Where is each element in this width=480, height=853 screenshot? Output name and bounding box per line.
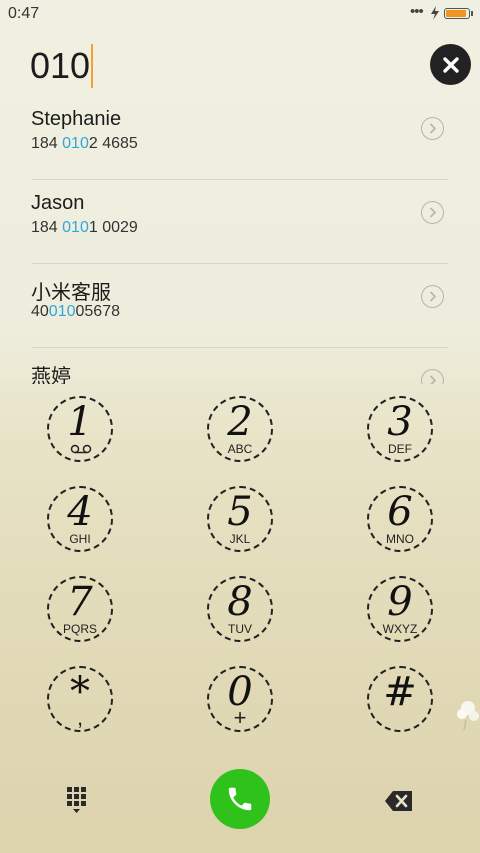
contact-number: 4001005678 — [31, 303, 120, 320]
key-star[interactable]: * , — [47, 666, 113, 732]
key-1[interactable]: 1 — [47, 396, 113, 462]
contact-name: 小米客服 — [31, 282, 111, 304]
key-letters: PQRS — [62, 622, 97, 636]
key-digit: 1 — [67, 399, 93, 445]
key-3[interactable]: 3 DEF — [367, 396, 433, 462]
status-time: 0:47 — [8, 5, 40, 22]
backspace-icon[interactable] — [382, 784, 416, 818]
key-digit: 6 — [387, 489, 413, 535]
dialed-number-text: 010 — [30, 45, 91, 86]
matched-digits: 010 — [62, 135, 89, 152]
text-caret — [91, 44, 94, 88]
key-5[interactable]: 5 JKL — [207, 486, 273, 552]
key-8[interactable]: 8 TUV — [207, 576, 273, 642]
charging-icon — [431, 6, 439, 20]
contact-name: Stephanie — [31, 108, 122, 130]
contact-name: 燕婷 — [31, 366, 71, 384]
key-hash[interactable]: # — [367, 666, 433, 732]
key-letters: TUV — [228, 622, 252, 636]
close-icon — [442, 56, 459, 73]
contact-suggestion-list: Stephanie 184 0102 4685 Jason 184 0101 0… — [0, 96, 480, 384]
contact-number: 184 0101 0029 — [31, 219, 138, 236]
notification-dots-icon: ••• — [410, 3, 424, 20]
chevron-right-icon[interactable] — [421, 369, 444, 384]
contact-row[interactable]: 小米客服 4001005678 — [0, 264, 480, 348]
key-digit: 5 — [227, 489, 253, 535]
key-letters: ABC — [227, 442, 253, 456]
call-button[interactable] — [210, 769, 270, 829]
key-4[interactable]: 4 GHI — [47, 486, 113, 552]
chevron-right-icon[interactable] — [421, 117, 444, 140]
key-9[interactable]: 9 WXYZ — [367, 576, 433, 642]
key-digit: # — [383, 669, 417, 715]
key-digit: 3 — [387, 399, 413, 445]
key-7[interactable]: 7 PQRS — [47, 576, 113, 642]
status-bar: 0:47 ••• — [0, 0, 480, 28]
chevron-right-icon[interactable] — [421, 201, 444, 224]
key-plus-symbol: + — [233, 705, 247, 730]
contact-row[interactable]: 燕婷 — [0, 348, 480, 384]
voicemail-icon — [70, 444, 92, 454]
key-digit: 8 — [227, 579, 253, 625]
battery-icon — [444, 8, 470, 19]
key-letters: MNO — [386, 532, 414, 546]
key-letters: JKL — [229, 532, 251, 546]
wallpaper-flower-decoration — [457, 701, 479, 730]
dial-keypad: 1 2 ABC 3 DEF 4 GHI 5 JKL 6 MNO 7 PQRS 8… — [0, 392, 480, 748]
chevron-right-icon[interactable] — [421, 285, 444, 308]
contact-row[interactable]: Jason 184 0101 0029 — [0, 180, 480, 264]
key-digit: 7 — [67, 579, 93, 625]
phone-icon — [228, 787, 252, 811]
key-digit: 2 — [227, 399, 253, 445]
key-letters: WXYZ — [382, 622, 418, 636]
key-letters: DEF — [388, 442, 412, 456]
key-0[interactable]: 0 + — [207, 666, 273, 732]
contact-name: Jason — [31, 192, 85, 214]
dialer-action-bar — [0, 762, 480, 834]
dialed-number-field[interactable]: 010 — [30, 44, 94, 88]
key-6[interactable]: 6 MNO — [367, 486, 433, 552]
key-digit: 9 — [387, 579, 413, 625]
key-digit: 4 — [67, 489, 93, 535]
matched-digits: 010 — [62, 219, 89, 236]
key-2[interactable]: 2 ABC — [207, 396, 273, 462]
contact-row[interactable]: Stephanie 184 0102 4685 — [0, 96, 480, 180]
key-pause-symbol: , — [76, 705, 84, 730]
matched-digits: 010 — [48, 303, 76, 320]
contact-number: 184 0102 4685 — [31, 135, 138, 152]
dialpad-icon[interactable] — [62, 784, 96, 818]
clear-input-button[interactable] — [430, 44, 471, 85]
key-letters: GHI — [69, 532, 91, 546]
